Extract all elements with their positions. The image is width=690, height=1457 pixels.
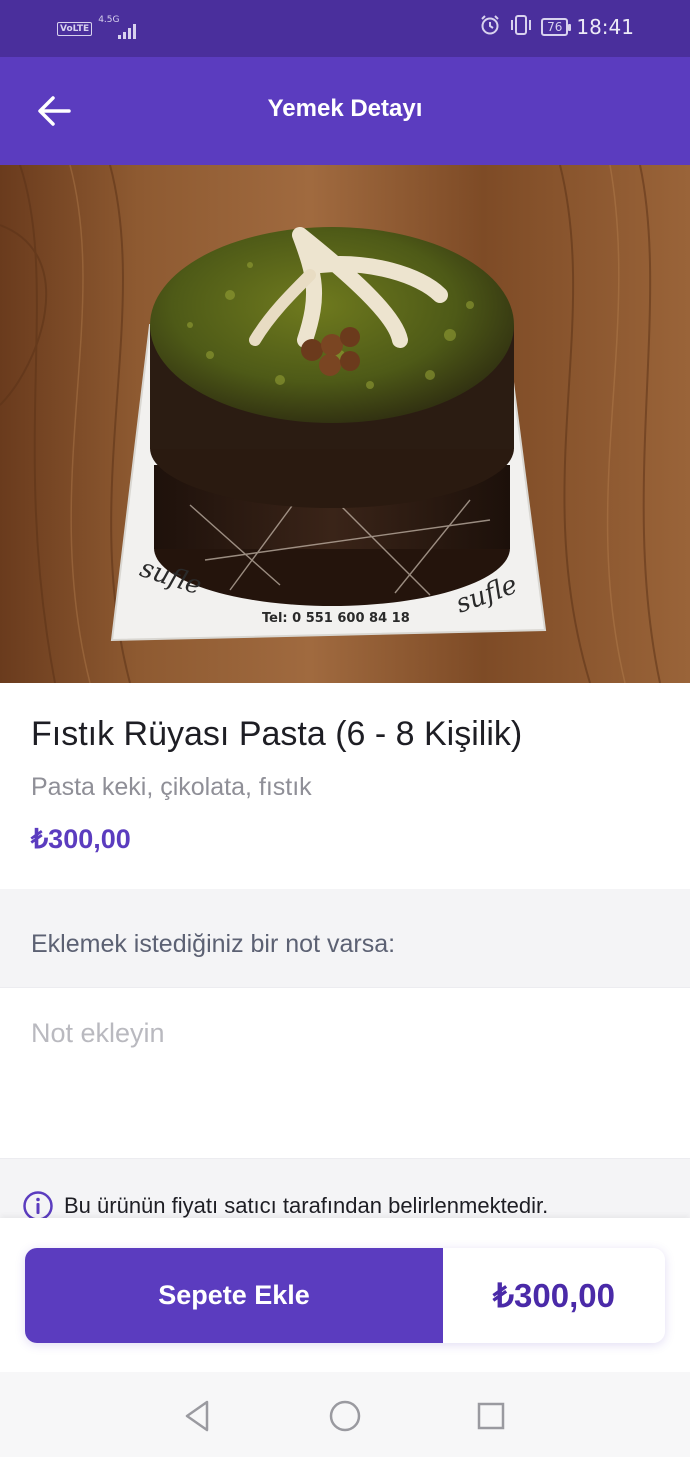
volte-badge: VoLTE: [57, 22, 93, 36]
product-price: ₺300,00: [31, 824, 131, 854]
product-name: Fıstık Rüyası Pasta (6 - 8 Kişilik): [31, 715, 523, 753]
cart-bar: Sepete Ekle ₺300,00: [25, 1248, 665, 1343]
page-title: Yemek Detayı: [267, 95, 423, 122]
square-recents-icon: [477, 1402, 505, 1430]
add-to-cart-button[interactable]: Sepete Ekle: [25, 1248, 443, 1343]
nav-recents-button[interactable]: [471, 1396, 511, 1436]
cart-total: ₺300,00: [443, 1248, 665, 1343]
board-phone: Tel: 0 551 600 84 18: [262, 611, 410, 626]
status-right: 76 18:41: [479, 14, 634, 40]
note-input[interactable]: [31, 1018, 661, 1049]
note-area: [0, 987, 690, 1159]
vibrate-icon: [509, 14, 533, 40]
system-nav-bar: [0, 1372, 690, 1457]
product-details: Fıstık Rüyası Pasta (6 - 8 Kişilik) Past…: [0, 683, 690, 889]
bottom-panel: Sepete Ekle ₺300,00: [0, 1218, 690, 1372]
note-label: Eklemek istediğiniz bir not varsa:: [31, 930, 396, 958]
signal-icon: 4.5G: [98, 15, 137, 41]
app-bar: Yemek Detayı: [0, 57, 690, 165]
nav-home-button[interactable]: [325, 1396, 365, 1436]
status-bar: VoLTE 4.5G 76 18:41: [0, 0, 690, 57]
product-image: sufle sufle Tel: 0 551 600 84 18: [0, 165, 690, 683]
circle-home-icon: [329, 1400, 361, 1432]
alarm-icon: [479, 14, 501, 40]
status-left: VoLTE 4.5G: [57, 15, 137, 41]
nav-back-button[interactable]: [177, 1396, 217, 1436]
info-text: Bu ürünün fiyatı satıcı tarafından belir…: [64, 1193, 549, 1218]
network-label: 4.5G: [98, 15, 120, 25]
battery-icon: 76: [541, 18, 572, 36]
clock: 18:41: [576, 15, 634, 39]
product-description: Pasta keki, çikolata, fıstık: [31, 773, 312, 801]
triangle-back-icon: [185, 1400, 209, 1432]
